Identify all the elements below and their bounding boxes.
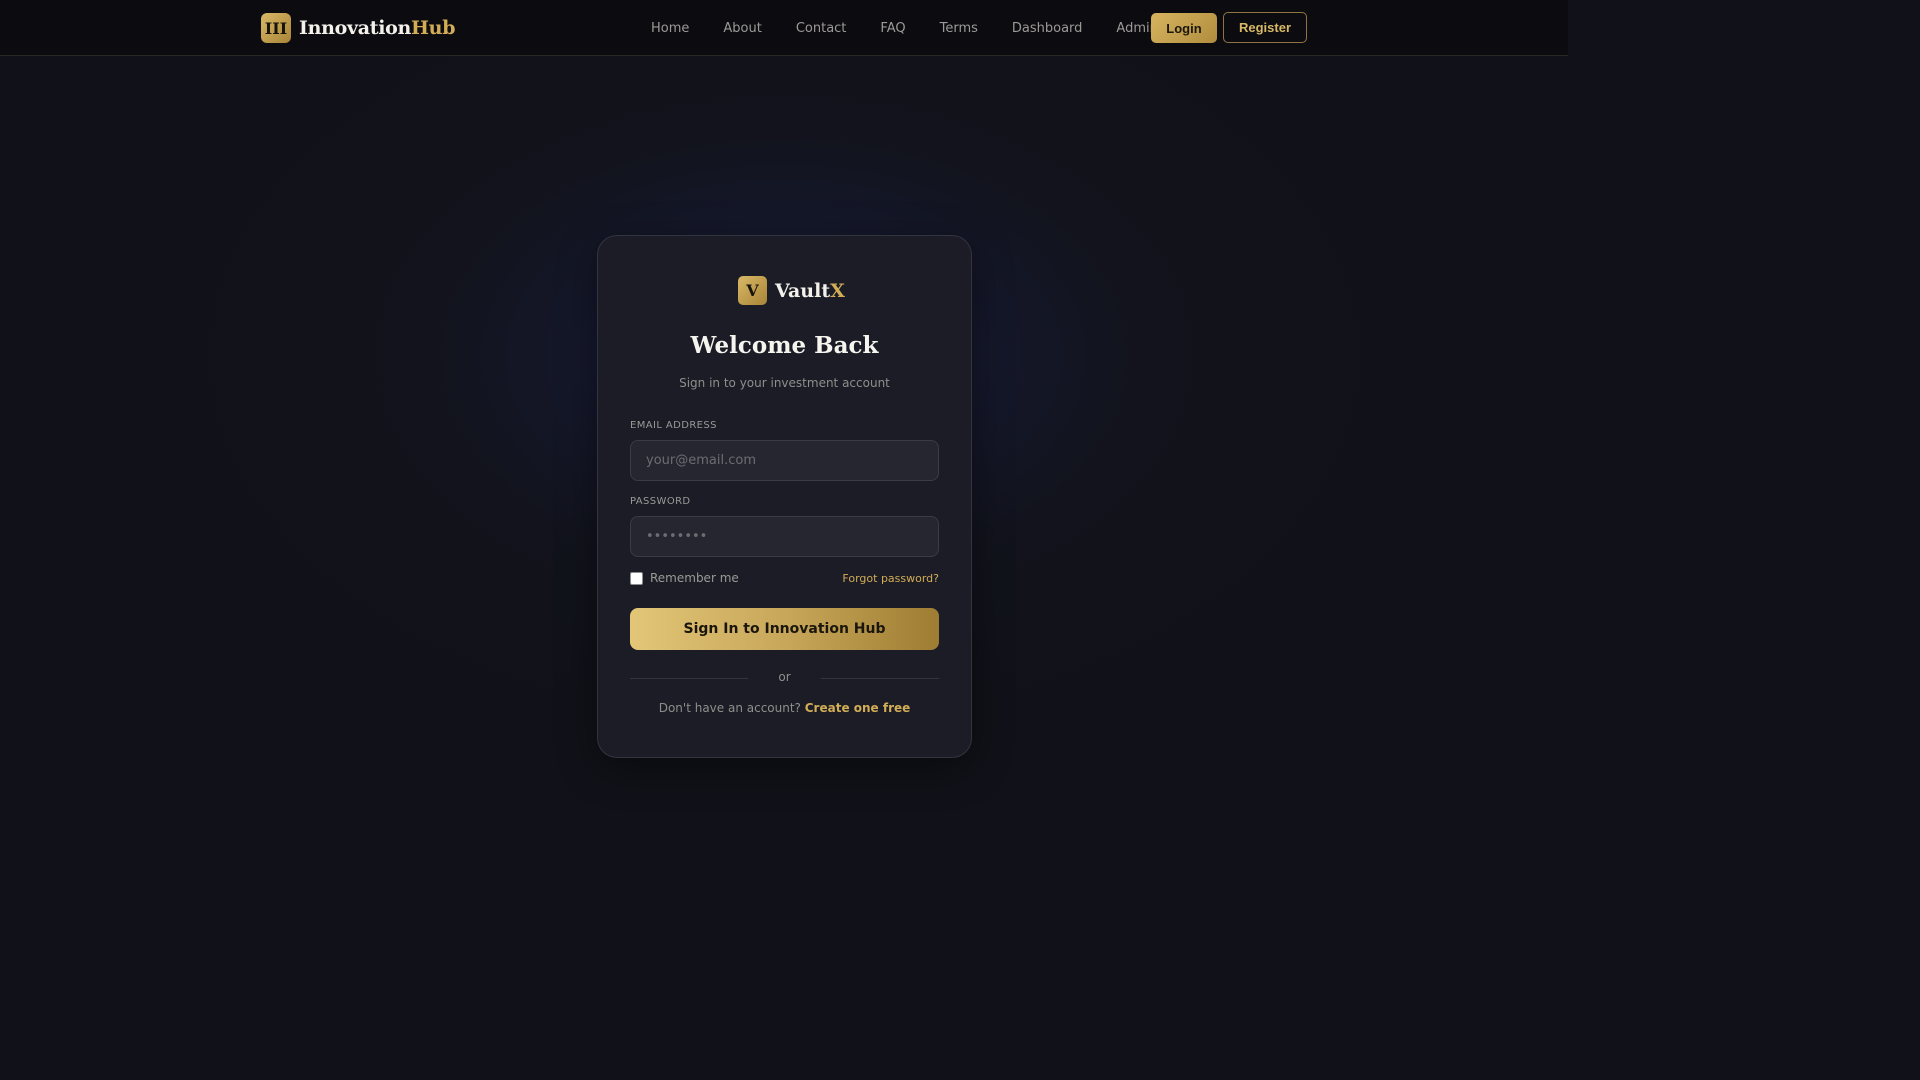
forgot-password-link[interactable]: Forgot password? (842, 572, 939, 585)
login-card: V VaultX Welcome Back Sign in to your in… (597, 235, 972, 758)
nav-link-contact[interactable]: Contact (796, 21, 847, 36)
nav-links: Home About Contact FAQ Terms Dashboard A… (651, 0, 1178, 56)
password-label: PASSWORD (630, 496, 691, 507)
brand-badge-icon: III (261, 13, 291, 43)
vault-badge-icon: V (738, 276, 767, 305)
divider-line-right (821, 678, 939, 679)
brand-name-accent: Hub (411, 17, 456, 39)
top-navbar: III InnovationHub Home About Contact FAQ… (0, 0, 1568, 56)
card-logo-main: Vault (775, 279, 831, 302)
sign-in-button[interactable]: Sign In to Innovation Hub (630, 608, 939, 650)
card-logo: V VaultX (738, 276, 845, 305)
signup-prompt-text: Don't have an account? (658, 701, 801, 715)
nav-link-dashboard[interactable]: Dashboard (1012, 21, 1083, 36)
brand-name: InnovationHub (299, 17, 455, 39)
page-subtitle: Sign in to your investment account (679, 376, 890, 390)
password-field[interactable] (630, 516, 939, 557)
divider-text: or (778, 670, 791, 684)
login-button[interactable]: Login (1151, 13, 1217, 43)
register-button[interactable]: Register (1223, 12, 1307, 43)
nav-link-faq[interactable]: FAQ (880, 21, 905, 36)
nav-link-home[interactable]: Home (651, 21, 689, 36)
nav-link-terms[interactable]: Terms (940, 21, 978, 36)
email-field[interactable] (630, 440, 939, 481)
email-label: EMAIL ADDRESS (630, 420, 717, 431)
create-account-link[interactable]: Create one free (805, 701, 911, 715)
remember-me-label[interactable]: Remember me (650, 571, 739, 585)
nav-link-about[interactable]: About (723, 21, 761, 36)
card-logo-name: VaultX (775, 280, 845, 302)
remember-me: Remember me (630, 571, 739, 585)
brand-name-main: Innovation (299, 17, 412, 39)
signup-prompt: Don't have an account? Create one free (598, 701, 971, 715)
brand-logo[interactable]: III InnovationHub (261, 13, 455, 43)
card-logo-accent: X (830, 279, 845, 302)
remember-me-checkbox[interactable] (630, 571, 643, 585)
page-title: Welcome Back (690, 332, 879, 359)
